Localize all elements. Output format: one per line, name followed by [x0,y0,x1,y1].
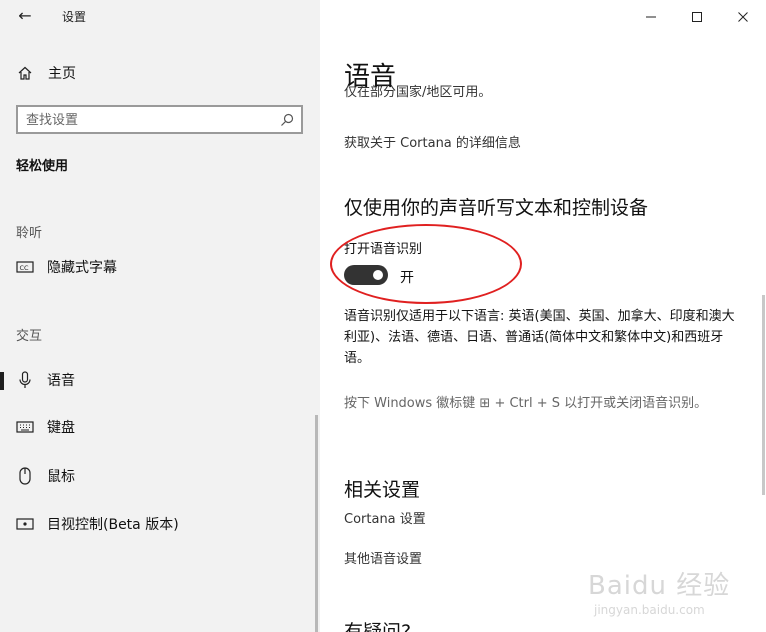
home-icon [16,64,34,82]
nav-item-speech[interactable]: 语音 [0,363,320,397]
nav-item-label: 目视控制(Beta 版本) [47,517,179,533]
close-icon [738,12,748,22]
nav-scrollbar[interactable] [315,415,318,632]
home-nav-item[interactable]: 主页 [16,62,76,84]
nav-item-label: 语音 [47,373,75,389]
mouse-icon [16,467,34,485]
svg-text:CC: CC [20,264,30,272]
dictation-heading: 仅使用你的声音听写文本和控制设备 [344,197,649,219]
nav-item-label: 鼠标 [47,469,75,485]
other-speech-settings-link[interactable]: 其他语音设置 [344,548,422,567]
availability-note-text: 仅在部分国家/地区可用。 [344,85,492,100]
maximize-icon [692,12,702,22]
nav-item-closed-captions[interactable]: CC 隐藏式字幕 [0,250,320,284]
navigation-pane: ← 设置 主页 轻松使用 聆听 CC 隐藏式字幕 交互 语音 键盘 [0,0,320,632]
nav-item-label: 隐藏式字幕 [47,260,117,276]
search-box[interactable] [16,105,303,134]
shortcut-hint-text: 按下 Windows 徽标键 ⊞ + Ctrl + S 以打开或关闭语音识别。 [344,396,708,411]
home-label: 主页 [48,66,76,82]
search-input[interactable] [26,110,266,130]
section-title: 轻松使用 [16,159,69,174]
annotation-ellipse [330,224,522,304]
microphone-icon [16,371,34,389]
app-title: 设置 [62,10,87,24]
close-button[interactable] [720,2,766,32]
content-pane: 语音 仅在部分国家/地区可用。 获取关于 Cortana 的详细信息 仅使用你的… [320,0,766,632]
baidu-watermark: Baidu 经验 jingyan.baidu.com [588,565,738,625]
nav-item-eye-control[interactable]: 目视控制(Beta 版本) [0,507,320,541]
nav-item-keyboard[interactable]: 键盘 [0,410,320,444]
group-label-interaction: 交互 [16,329,43,344]
supported-languages-text: 语音识别仅适用于以下语言: 英语(美国、英国、加拿大、印度和澳大利亚)、法语、德… [344,309,735,366]
related-settings-heading: 相关设置 [344,479,421,501]
closed-captions-icon: CC [16,258,34,276]
cortana-info-link[interactable]: 获取关于 Cortana 的详细信息 [344,132,521,151]
back-arrow-icon: ← [18,6,32,25]
search-icon[interactable] [279,112,295,128]
watermark-url: jingyan.baidu.com [594,603,705,617]
questions-heading: 有疑问? [344,621,412,632]
minimize-icon [646,16,656,18]
nav-item-mouse[interactable]: 鼠标 [0,459,320,493]
availability-note: 仅在部分国家/地区可用。 [344,84,491,100]
cortana-settings-link[interactable]: Cortana 设置 [344,508,426,527]
maximize-button[interactable] [674,2,720,32]
watermark-logo: Baidu 经验 [588,571,731,601]
content-scrollbar[interactable] [762,295,765,495]
back-button[interactable]: ← [14,5,36,27]
minimize-button[interactable] [628,2,674,32]
eye-control-icon [16,515,34,533]
nav-item-label: 键盘 [47,420,75,436]
group-label-hearing: 聆听 [16,226,43,241]
keyboard-icon [16,418,34,436]
